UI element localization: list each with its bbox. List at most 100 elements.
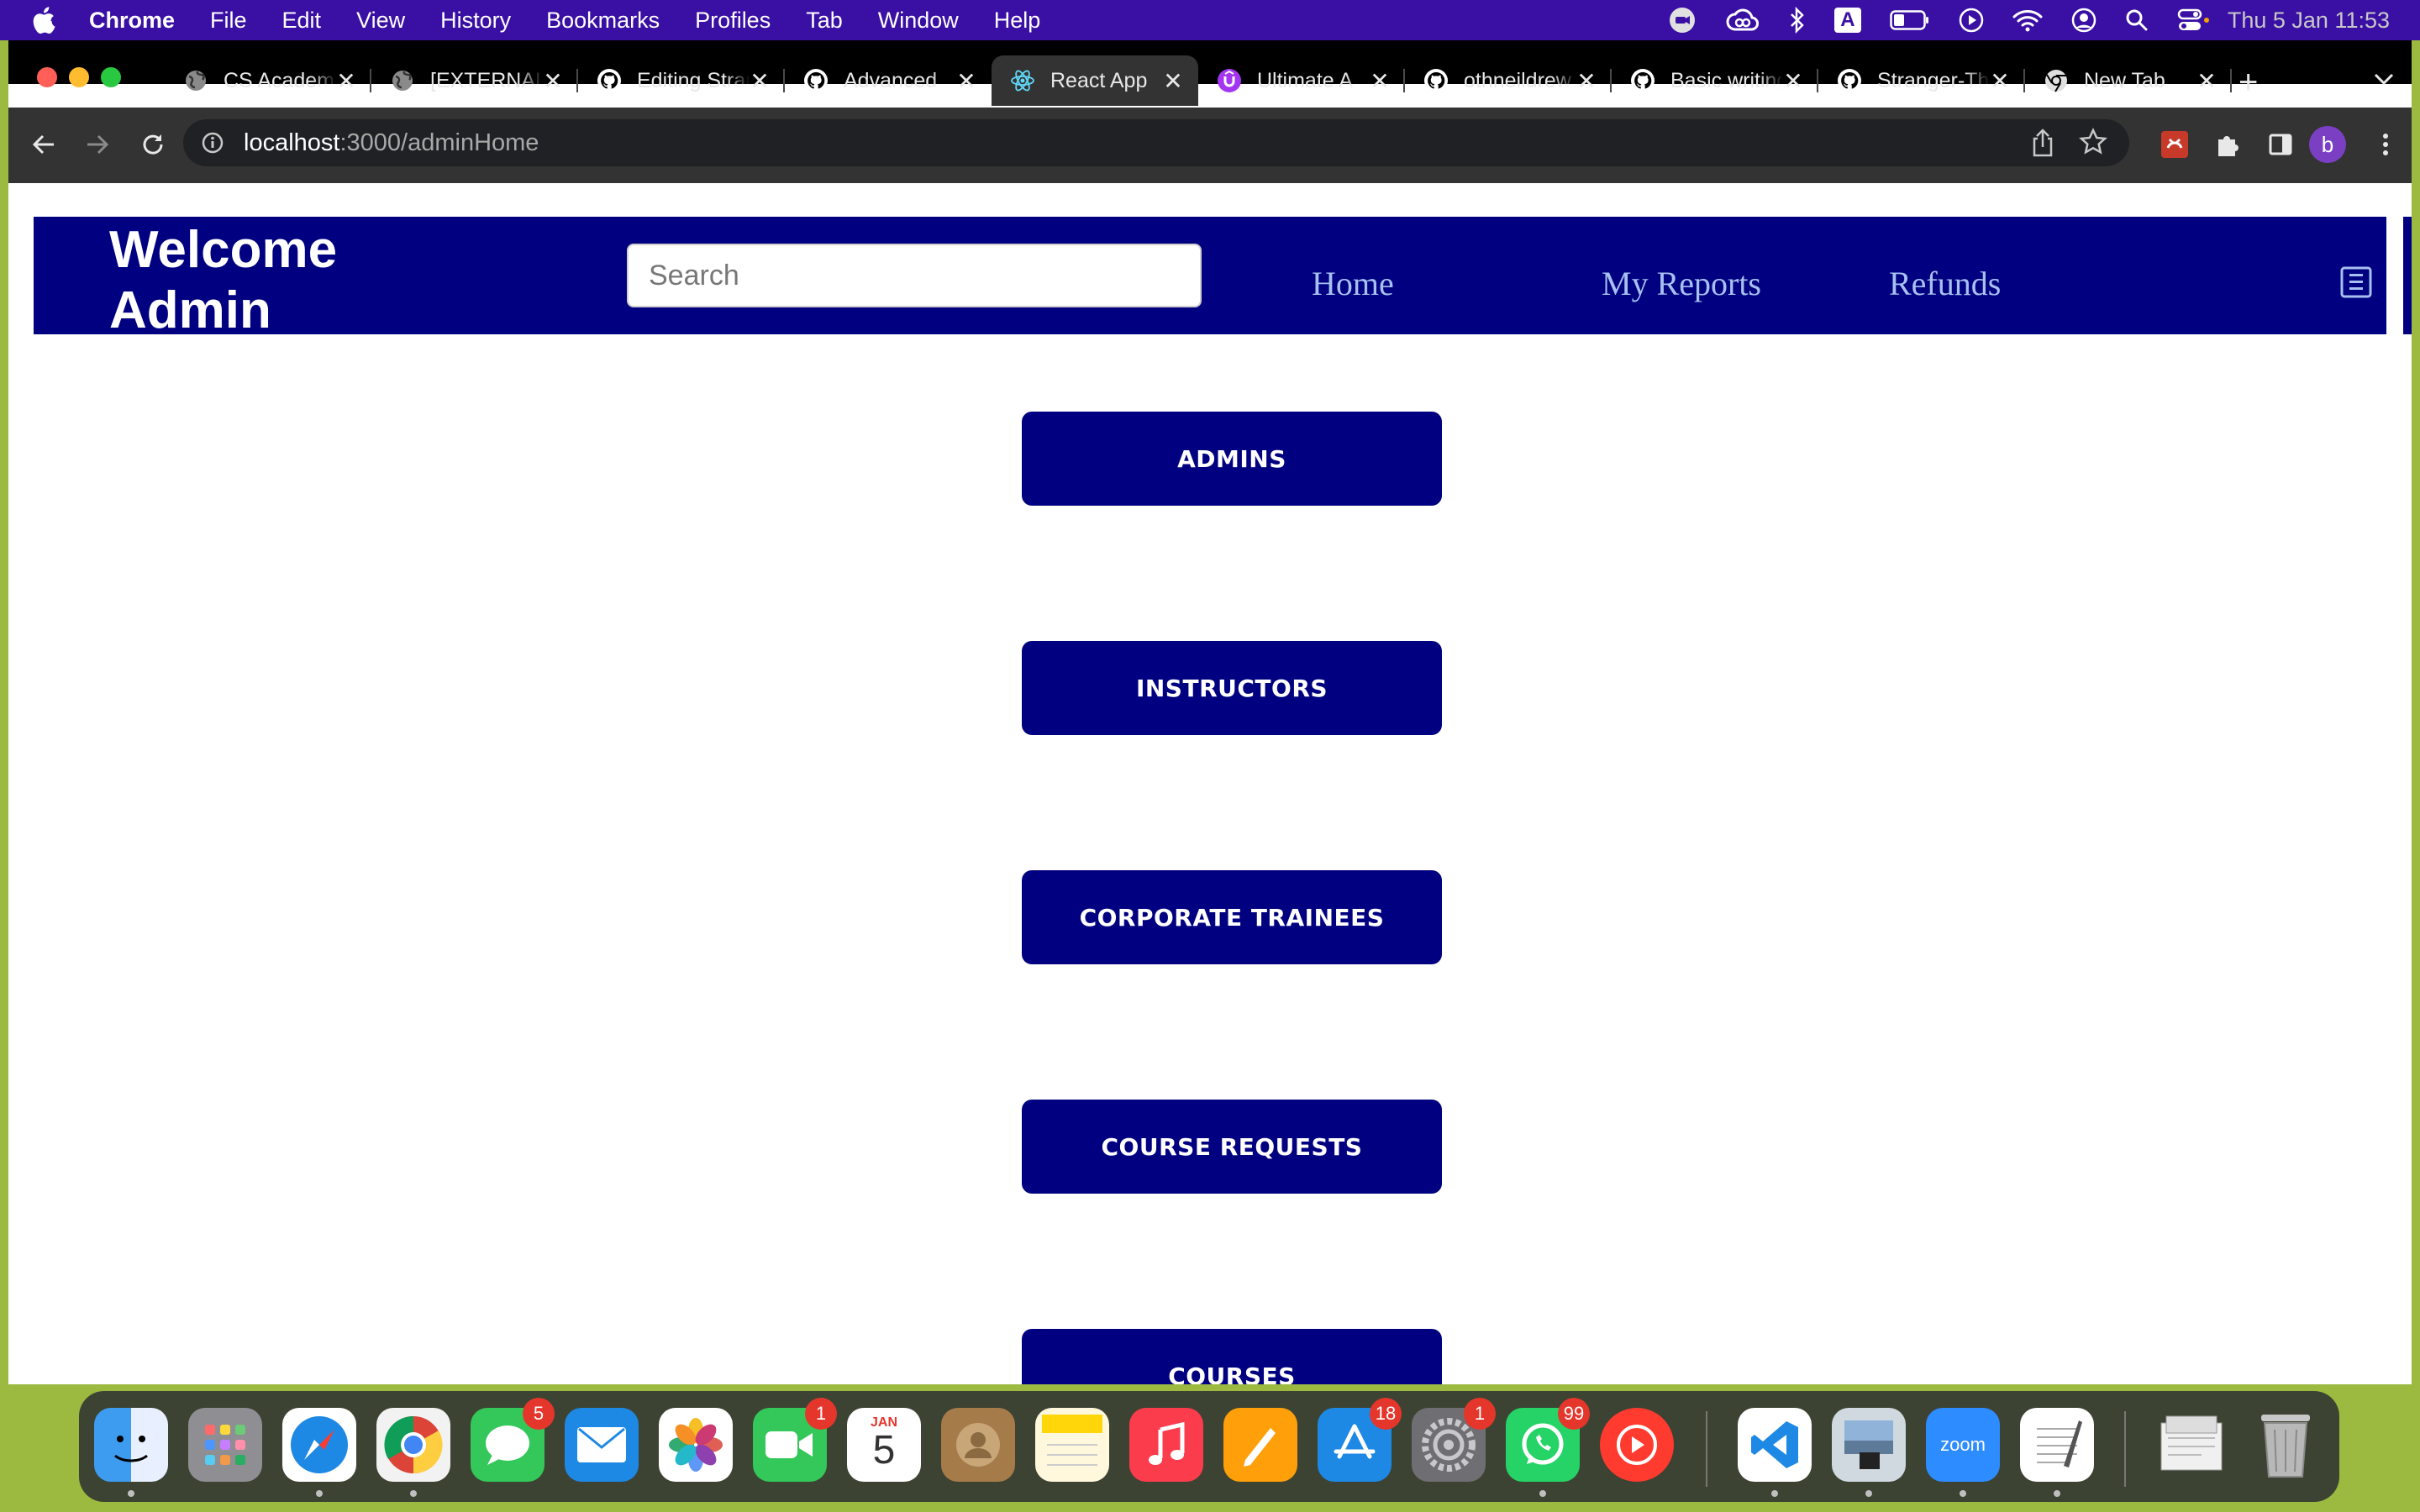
corporate-trainees-button[interactable]: CORPORATE TRAINEES xyxy=(1022,870,1442,964)
search-input[interactable] xyxy=(627,244,1202,307)
menu-history[interactable]: History xyxy=(440,8,511,34)
wifi-icon[interactable] xyxy=(2012,8,2043,32)
tab-advanced[interactable]: Advanced ✕ xyxy=(785,55,992,106)
zoom-app-icon[interactable]: zoom xyxy=(1926,1408,2000,1482)
running-indicator xyxy=(1771,1490,1778,1497)
menu-view[interactable]: View xyxy=(356,8,405,34)
tab-new-tab[interactable]: New Tab ✕ xyxy=(2025,55,2232,106)
safari-icon[interactable] xyxy=(282,1408,356,1482)
finder-icon[interactable] xyxy=(94,1408,168,1482)
tab-cs-academy[interactable]: CS Academy ✕ xyxy=(165,55,371,106)
tab-title: Stranger-Things xyxy=(1877,68,1990,92)
launchpad-icon[interactable] xyxy=(188,1408,262,1482)
spotlight-search-icon[interactable] xyxy=(2125,8,2149,32)
instructors-button[interactable]: INSTRUCTORS xyxy=(1022,641,1442,735)
courses-button[interactable]: COURSES xyxy=(1022,1329,1442,1384)
extensions-puzzle-icon[interactable] xyxy=(2210,126,2247,163)
calendar-icon[interactable]: JAN 5 xyxy=(847,1408,921,1482)
course-requests-button[interactable]: COURSE REQUESTS xyxy=(1022,1100,1442,1194)
tab-search-chevron-icon[interactable] xyxy=(2373,72,2395,90)
profile-avatar[interactable]: b xyxy=(2309,126,2346,163)
notification-badge: 5 xyxy=(523,1398,555,1430)
bookmark-star-icon[interactable] xyxy=(2079,128,2107,163)
chrome-icon xyxy=(2044,68,2069,93)
close-tab-icon[interactable]: ✕ xyxy=(1990,67,2010,95)
tab-title: [EXTERNAL] xyxy=(430,68,543,92)
preview-icon[interactable] xyxy=(1832,1408,1906,1482)
close-tab-icon[interactable]: ✕ xyxy=(1576,67,1597,95)
menu-edit[interactable]: Edit xyxy=(282,8,322,34)
notification-badge: 1 xyxy=(1464,1398,1496,1430)
tab-ultimate[interactable]: Ultimate A ✕ xyxy=(1198,55,1405,106)
photos-icon[interactable] xyxy=(659,1408,733,1482)
close-tab-icon[interactable]: ✕ xyxy=(1370,67,1390,95)
close-tab-icon[interactable]: ✕ xyxy=(750,67,770,95)
forward-arrow-icon[interactable] xyxy=(79,126,116,163)
side-panel-icon[interactable] xyxy=(2262,126,2299,163)
contacts-icon[interactable] xyxy=(941,1408,1015,1482)
close-tab-icon[interactable]: ✕ xyxy=(543,67,563,95)
creative-cloud-icon[interactable] xyxy=(1725,8,1760,33)
music-icon[interactable] xyxy=(1129,1408,1203,1482)
account-box-icon[interactable] xyxy=(2339,265,2373,303)
back-arrow-icon[interactable] xyxy=(25,126,62,163)
app-store-icon[interactable]: 18 xyxy=(1318,1398,1402,1482)
more-menu-icon[interactable] xyxy=(2373,126,2398,163)
menu-bookmarks[interactable]: Bookmarks xyxy=(546,8,660,34)
input-source-icon[interactable]: A xyxy=(1833,8,1861,33)
close-tab-icon[interactable]: ✕ xyxy=(1163,67,1183,95)
bluetooth-icon[interactable] xyxy=(1789,7,1806,34)
user-account-icon[interactable] xyxy=(2071,8,2096,33)
mail-icon[interactable] xyxy=(565,1408,639,1482)
facetime-icon[interactable]: 1 xyxy=(753,1398,837,1482)
menu-help[interactable]: Help xyxy=(994,8,1041,34)
menu-profiles[interactable]: Profiles xyxy=(695,8,771,34)
new-tab-button[interactable]: + xyxy=(2238,66,2258,99)
admins-button[interactable]: ADMINS xyxy=(1022,412,1442,506)
menu-file[interactable]: File xyxy=(210,8,247,34)
tab-editing-stranger[interactable]: Editing Stranger ✕ xyxy=(578,55,785,106)
tab-stranger-things[interactable]: Stranger-Things ✕ xyxy=(1818,55,2025,106)
youtube-music-icon[interactable] xyxy=(1600,1408,1674,1482)
maximize-window-button[interactable] xyxy=(101,67,121,87)
tab-react-app[interactable]: React App ✕ xyxy=(992,55,1198,106)
control-center-icon[interactable] xyxy=(2177,8,2211,33)
trash-icon[interactable] xyxy=(2249,1408,2323,1482)
menu-tab[interactable]: Tab xyxy=(806,8,843,34)
tab-external[interactable]: [EXTERNAL] ✕ xyxy=(371,55,578,106)
messages-icon[interactable]: 5 xyxy=(471,1398,555,1482)
chrome-dock-icon[interactable] xyxy=(376,1408,450,1482)
nav-link-my-reports[interactable]: My Reports xyxy=(1602,265,1761,302)
close-tab-icon[interactable]: ✕ xyxy=(2196,67,2217,95)
battery-icon[interactable] xyxy=(1890,10,1930,30)
whatsapp-icon[interactable]: 99 xyxy=(1506,1398,1590,1482)
close-tab-icon[interactable]: ✕ xyxy=(1783,67,1803,95)
now-playing-icon[interactable] xyxy=(1959,8,1984,33)
apple-menu-icon[interactable] xyxy=(30,6,60,34)
nav-link-home[interactable]: Home xyxy=(1312,265,1394,302)
extension-puzzle-game-icon[interactable] xyxy=(2156,126,2193,163)
reload-icon[interactable] xyxy=(134,126,171,163)
notes-icon[interactable] xyxy=(1035,1408,1109,1482)
minimize-window-button[interactable] xyxy=(69,67,89,87)
share-icon[interactable] xyxy=(2030,128,2055,165)
system-settings-icon[interactable]: 1 xyxy=(1412,1398,1496,1482)
menu-app-name[interactable]: Chrome xyxy=(89,8,175,34)
tab-separator xyxy=(2230,69,2232,92)
close-tab-icon[interactable]: ✕ xyxy=(336,67,356,95)
address-bar[interactable]: localhost:3000/adminHome xyxy=(183,119,2129,166)
pages-icon[interactable] xyxy=(1223,1408,1297,1482)
menubar-clock[interactable]: Thu 5 Jan 11:53 xyxy=(2228,8,2390,34)
textedit-icon[interactable] xyxy=(2020,1408,2094,1482)
close-tab-icon[interactable]: ✕ xyxy=(956,67,976,95)
tab-othneildrew[interactable]: othneildrew ✕ xyxy=(1405,55,1612,106)
menu-window[interactable]: Window xyxy=(878,8,959,34)
site-info-icon[interactable] xyxy=(202,132,224,154)
downloads-stack-icon[interactable] xyxy=(2154,1408,2228,1482)
tab-title: Basic writing xyxy=(1670,68,1783,92)
nav-link-refunds[interactable]: Refunds xyxy=(1889,265,2001,302)
vscode-icon[interactable] xyxy=(1738,1408,1812,1482)
zoom-status-icon[interactable] xyxy=(1668,6,1697,34)
close-window-button[interactable] xyxy=(37,67,57,87)
tab-basic-writing[interactable]: Basic writing ✕ xyxy=(1612,55,1818,106)
